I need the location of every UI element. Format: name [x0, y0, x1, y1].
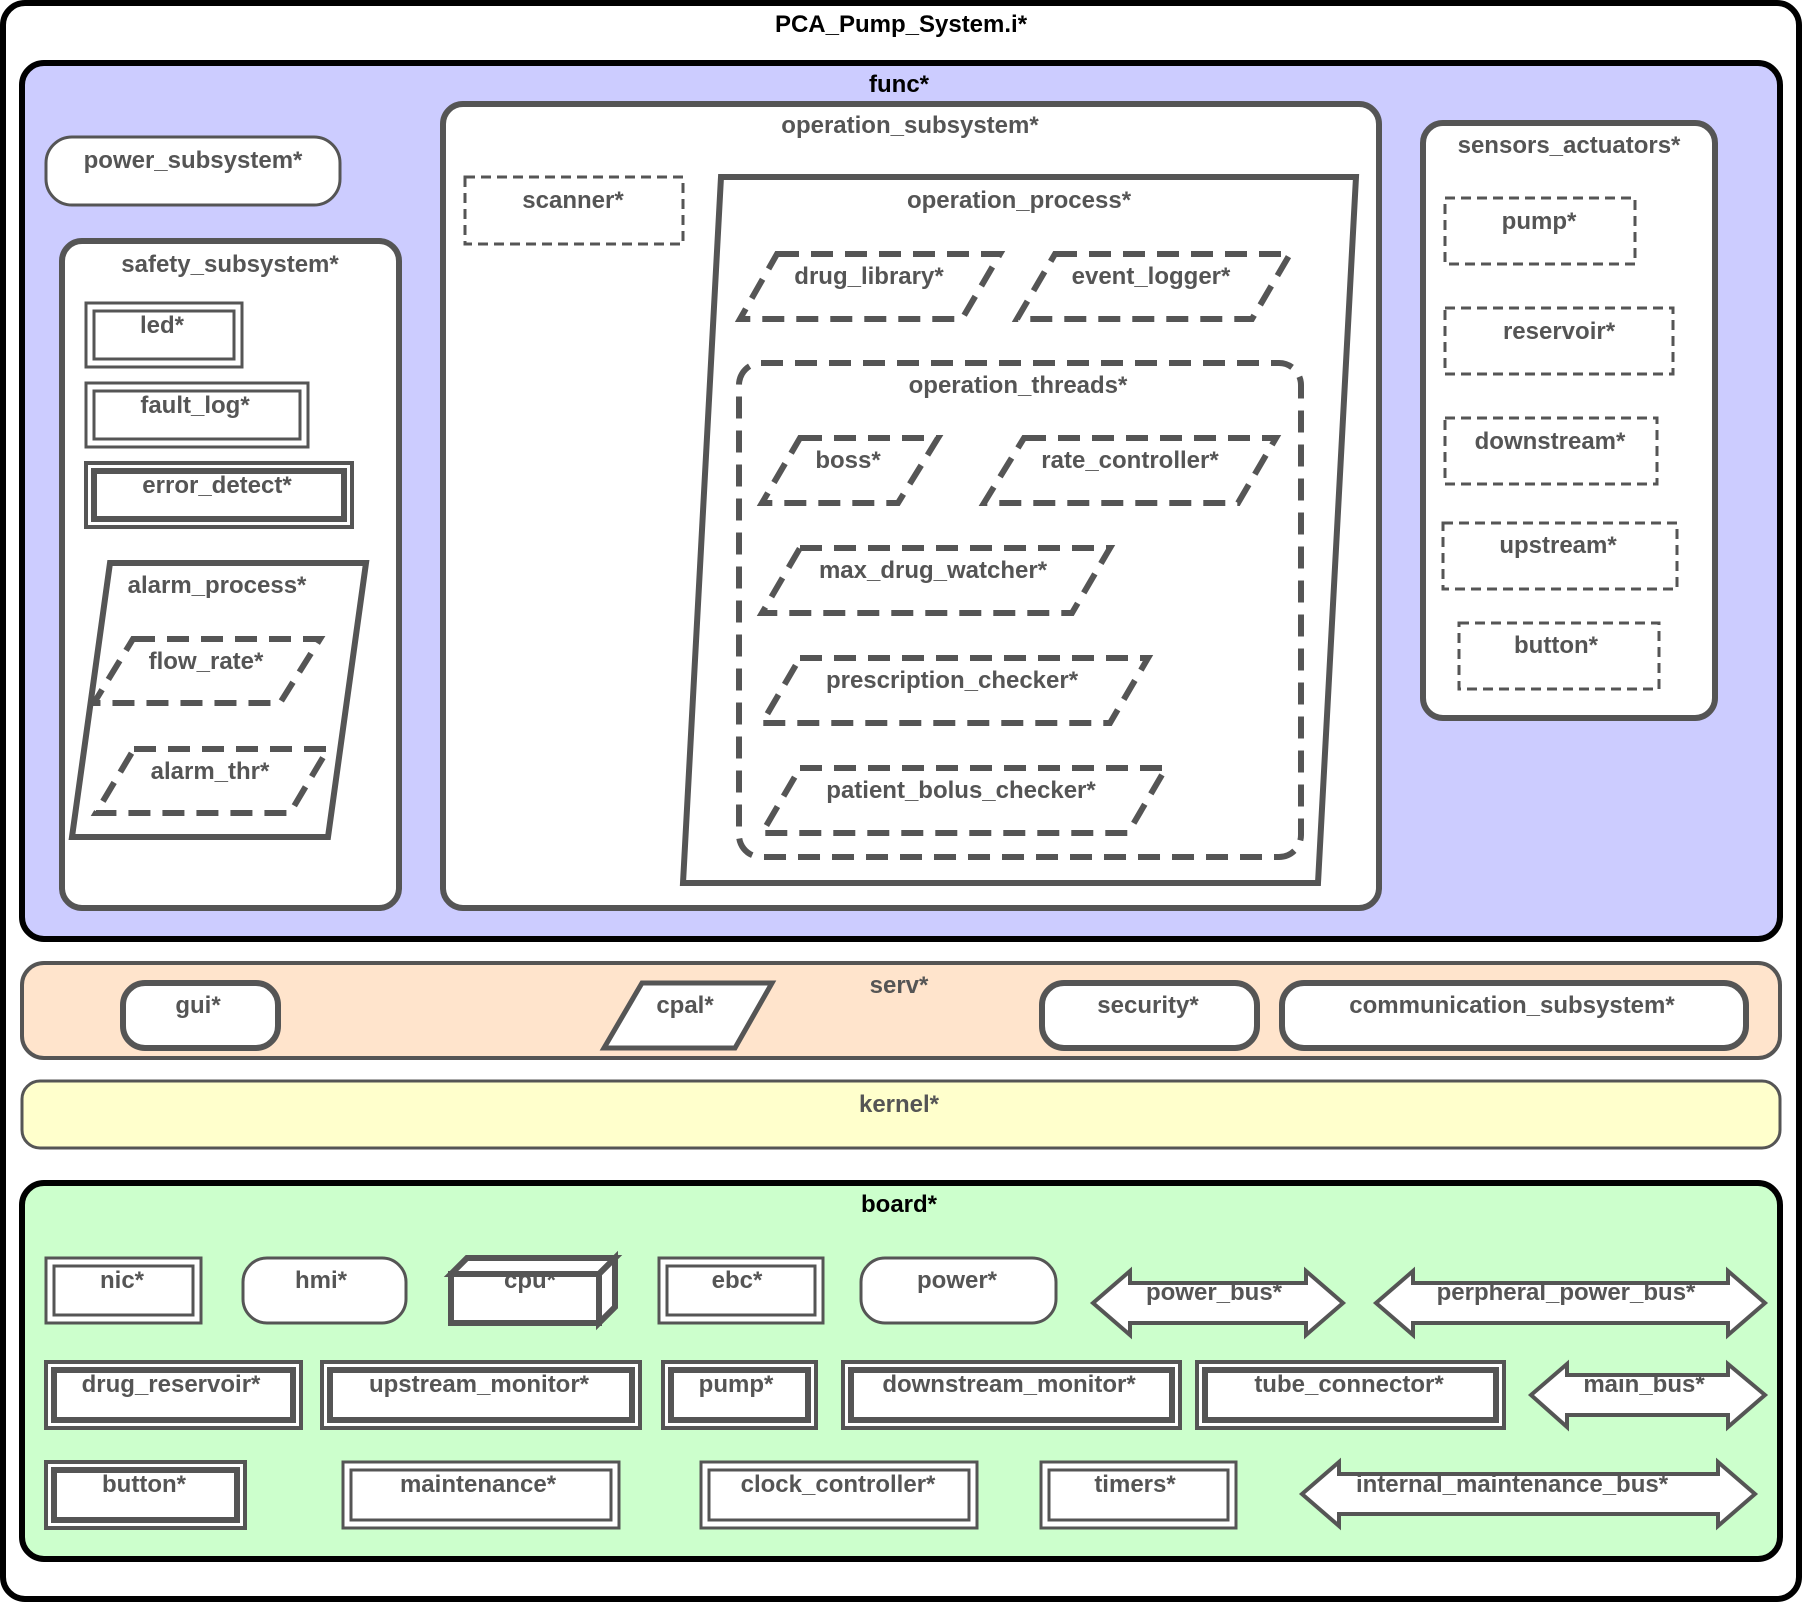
pump-label: pump* — [698, 1371, 774, 1398]
safety-subsystem-label: safety_subsystem* — [121, 251, 339, 278]
alarm-process-label: alarm_process* — [127, 572, 307, 599]
boss-label: boss* — [815, 447, 881, 474]
pump-sensor-label: pump* — [1501, 208, 1577, 235]
gui-label: gui* — [175, 992, 221, 1019]
upstream-monitor-label: upstream_monitor* — [368, 1371, 590, 1398]
sensors-actuators-label: sensors_actuators* — [1457, 132, 1681, 159]
tube-connector-label: tube_connector* — [1254, 1371, 1444, 1398]
system-title: PCA_Pump_System.i* — [774, 11, 1028, 38]
operation-process-label: operation_process* — [906, 187, 1132, 214]
error-detect-label: error_detect* — [142, 472, 292, 499]
power-bus-label: power_bus* — [1145, 1279, 1283, 1306]
main-bus-label: main_bus* — [1583, 1371, 1705, 1398]
drug-library-label: drug_library* — [794, 263, 944, 290]
button-label: button* — [102, 1471, 186, 1498]
architecture-diagram: PCA_Pump_System.i* func* power_subsystem… — [0, 0, 1802, 1602]
timers-label: timers* — [1094, 1471, 1176, 1498]
power-label: power* — [916, 1267, 998, 1294]
max-drug-watcher-label: max_drug_watcher* — [818, 557, 1048, 584]
fault-log-label: fault_log* — [140, 392, 250, 419]
led-label: led* — [139, 312, 185, 339]
downstream-monitor-label: downstream_monitor* — [882, 1371, 1136, 1398]
perpheral-power-bus-label: perpheral_power_bus* — [1436, 1279, 1696, 1306]
operation-threads-label: operation_threads* — [908, 372, 1128, 399]
kernel-label: kernel* — [858, 1091, 940, 1118]
serv-label: serv* — [869, 972, 929, 999]
power-subsystem-label: power_subsystem* — [83, 147, 303, 174]
rate-controller-label: rate_controller* — [1041, 447, 1219, 474]
button-sensor-label: button* — [1514, 632, 1598, 659]
prescription-checker-label: prescription_checker* — [825, 667, 1079, 694]
func-label: func* — [869, 71, 929, 98]
event-logger-label: event_logger* — [1071, 263, 1231, 290]
clock-controller-label: clock_controller* — [740, 1471, 936, 1498]
nic-label: nic* — [99, 1267, 145, 1294]
cpal-label: cpal* — [656, 992, 714, 1019]
upstream-label: upstream* — [1499, 532, 1617, 559]
reservoir-label: reservoir* — [1502, 318, 1616, 345]
security-label: security* — [1097, 992, 1199, 1019]
flow-rate-label: flow_rate* — [148, 648, 264, 675]
maintenance-label: maintenance* — [399, 1471, 557, 1498]
operation-subsystem-label: operation_subsystem* — [781, 112, 1039, 139]
board-label: board* — [860, 1191, 938, 1218]
internal-maintenance-bus-label: internal_maintenance_bus* — [1355, 1471, 1669, 1498]
cpu-label: cpu* — [503, 1267, 557, 1294]
ebc-label: ebc* — [711, 1267, 763, 1294]
communication-subsystem-label: communication_subsystem* — [1349, 992, 1675, 1019]
hmi-label: hmi* — [294, 1267, 348, 1294]
patient-bolus-checker-label: patient_bolus_checker* — [826, 777, 1096, 804]
alarm-thr-label: alarm_thr* — [150, 758, 270, 785]
drug-reservoir-label: drug_reservoir* — [81, 1371, 261, 1398]
scanner-label: scanner* — [522, 187, 624, 214]
downstream-label: downstream* — [1474, 428, 1626, 455]
